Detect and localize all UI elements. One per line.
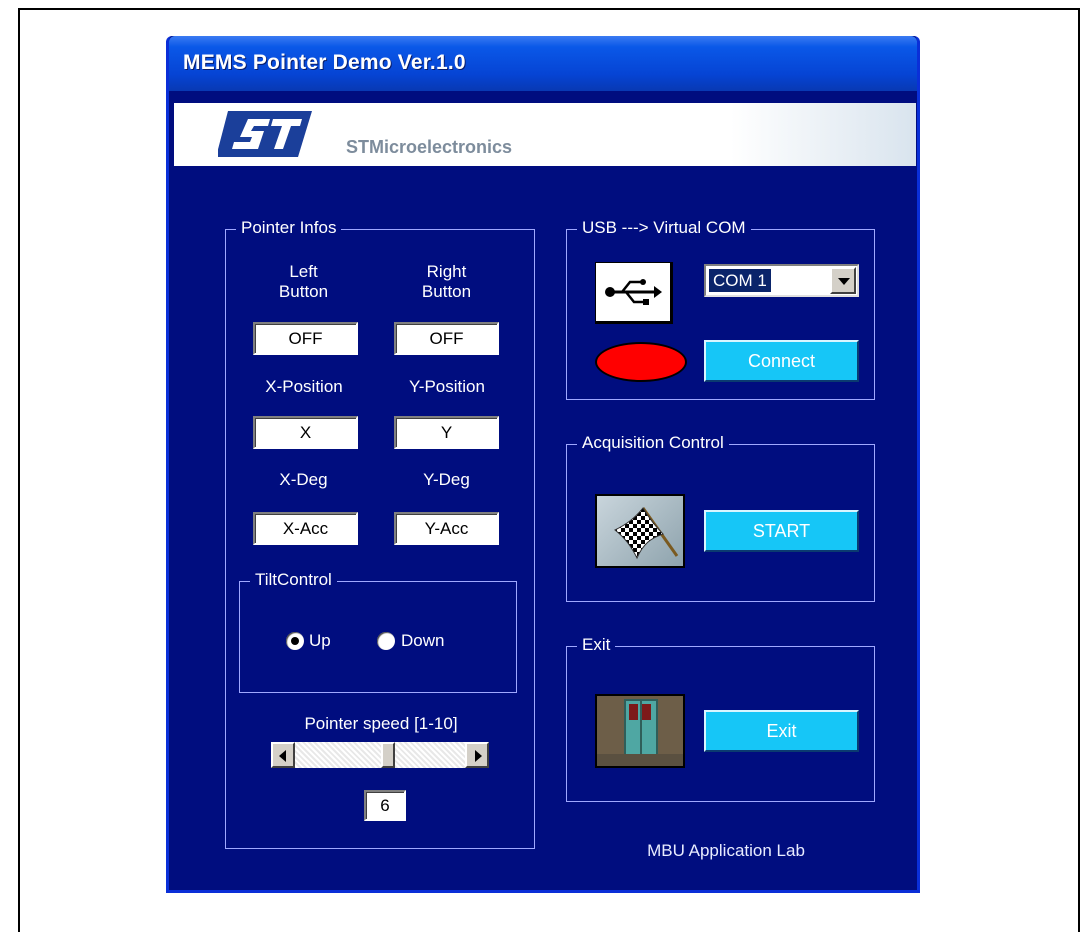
pointer-speed-value: 6 xyxy=(364,790,406,821)
footer-lab-name: MBU Application Lab xyxy=(647,841,805,860)
left-button-label: Left Button xyxy=(278,262,329,301)
com-port-select[interactable]: COM 1 xyxy=(704,264,859,297)
usb-group-label: USB ---> Virtual COM xyxy=(577,218,751,238)
checkered-flag-icon xyxy=(595,494,685,568)
right-button-field: OFF xyxy=(394,322,499,355)
exit-button[interactable]: Exit xyxy=(704,710,859,752)
tilt-down-radio[interactable] xyxy=(377,632,395,650)
scroll-right-button[interactable] xyxy=(465,742,489,768)
tilt-up-label[interactable]: Up xyxy=(309,631,331,651)
usb-symbol-icon xyxy=(605,279,662,305)
door-icon xyxy=(595,694,685,768)
chevron-down-icon[interactable] xyxy=(830,267,856,294)
connect-button[interactable]: Connect xyxy=(704,340,859,382)
left-button-field: OFF xyxy=(253,322,358,355)
y-deg-field: Y-Acc xyxy=(394,512,499,545)
pointer-infos-label: Pointer Infos xyxy=(236,218,342,238)
start-button[interactable]: START xyxy=(704,510,859,552)
window-title: MEMS Pointer Demo Ver.1.0 xyxy=(183,51,466,74)
tilt-up-radio[interactable] xyxy=(286,632,304,650)
x-position-label: X-Position xyxy=(265,377,343,396)
usb-icon xyxy=(595,262,673,324)
pointer-speed-slider[interactable] xyxy=(271,742,489,768)
y-deg-label: Y-Deg xyxy=(423,470,470,489)
slider-thumb[interactable] xyxy=(381,742,395,768)
door-graphic-icon xyxy=(597,696,683,766)
company-banner: STMicroelectronics xyxy=(174,103,916,166)
scroll-left-button[interactable] xyxy=(271,742,295,768)
com-port-value: COM 1 xyxy=(709,269,771,292)
right-button-label: Right Button xyxy=(421,262,472,301)
app-window: MEMS Pointer Demo Ver.1.0 STMicroelectro… xyxy=(166,36,920,893)
st-logo-icon xyxy=(218,111,312,157)
exit-group-label: Exit xyxy=(577,635,616,655)
acquisition-group-label: Acquisition Control xyxy=(577,433,729,453)
title-bar[interactable]: MEMS Pointer Demo Ver.1.0 xyxy=(169,36,917,91)
connection-status-indicator xyxy=(595,342,687,382)
x-deg-field: X-Acc xyxy=(253,512,358,545)
tilt-control-label: TiltControl xyxy=(250,570,337,590)
company-name: STMicroelectronics xyxy=(346,137,513,157)
pointer-speed-label: Pointer speed [1-10] xyxy=(304,714,458,733)
y-position-label: Y-Position xyxy=(409,377,485,396)
flag-graphic-icon xyxy=(614,507,679,560)
y-position-field: Y xyxy=(394,416,499,449)
tilt-down-label[interactable]: Down xyxy=(401,631,444,651)
x-position-field: X xyxy=(253,416,358,449)
x-deg-label: X-Deg xyxy=(279,470,328,489)
